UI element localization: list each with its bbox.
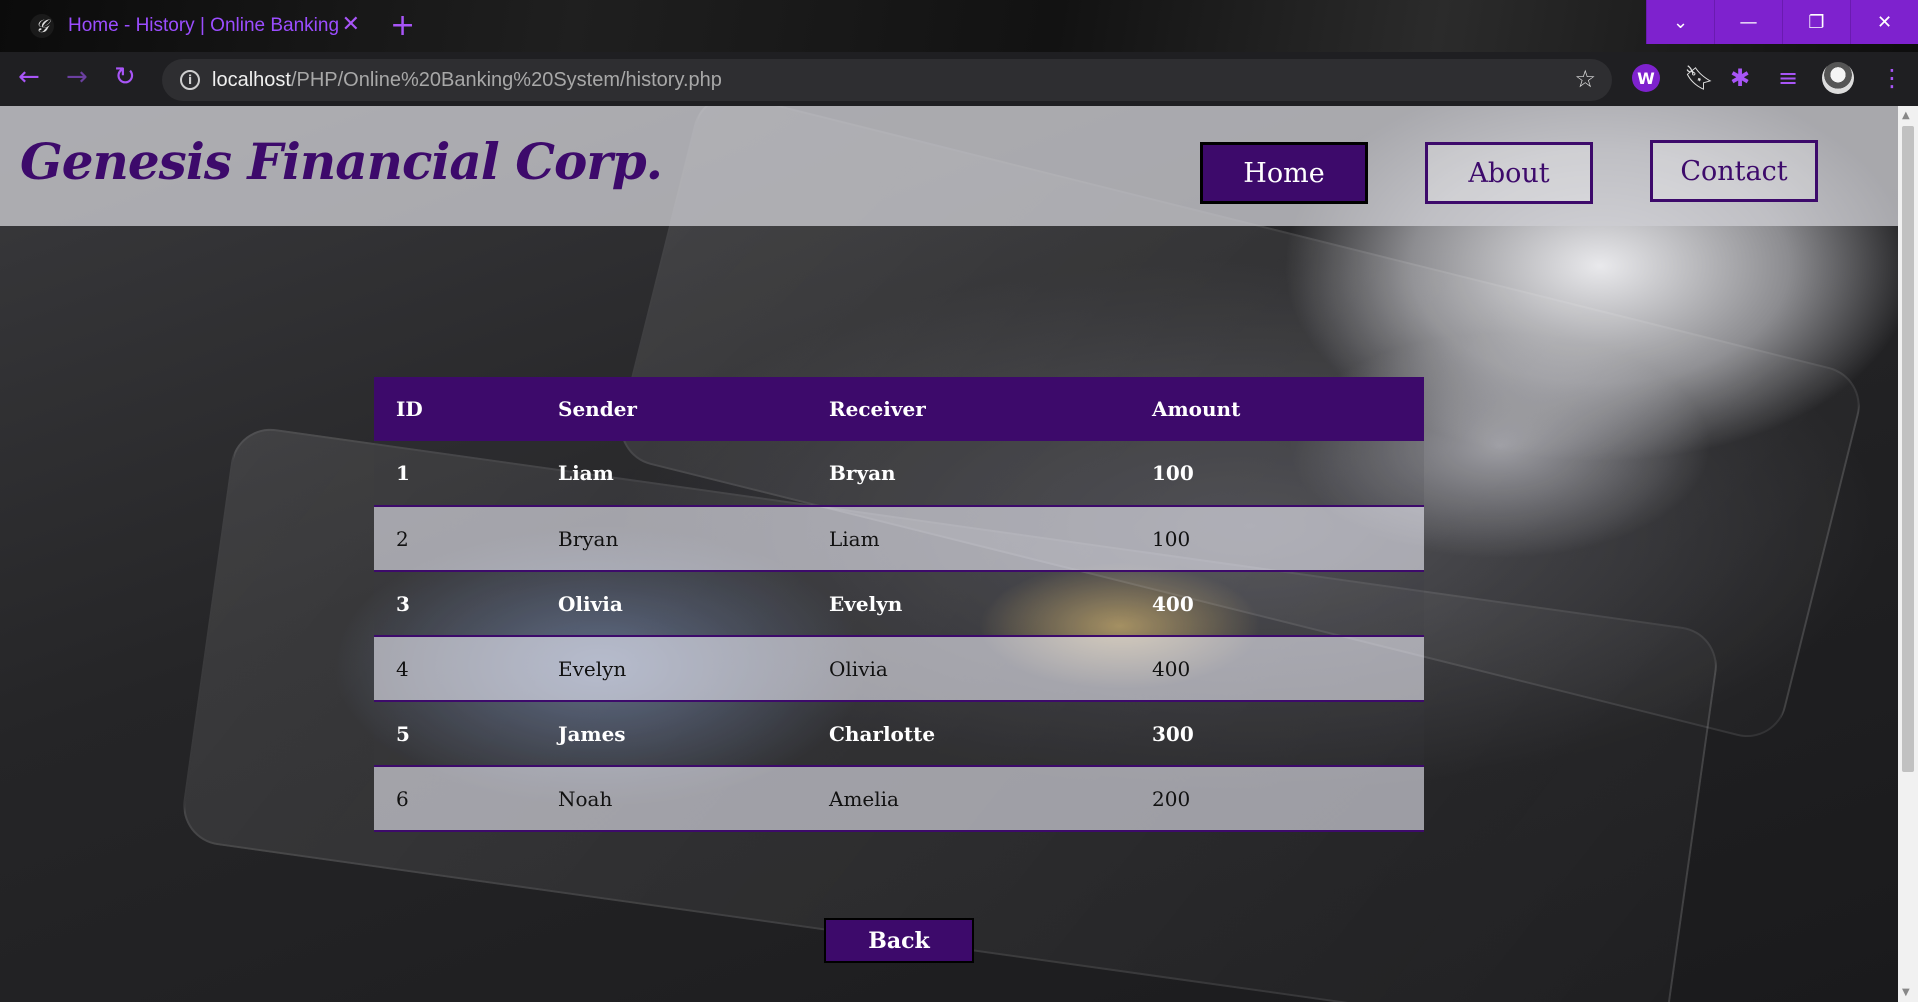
cell-receiver: Olivia [807, 636, 1130, 702]
url-path: /PHP/Online%20Banking%20System/history.p… [290, 68, 722, 91]
extensions-puzzle-icon[interactable]: ✱ [1730, 64, 1750, 92]
transaction-history-table: ID Sender Receiver Amount 1 Liam Bryan 1… [374, 377, 1424, 832]
table-row: 5 James Charlotte 300 [374, 701, 1424, 767]
table-row: 2 Bryan Liam 100 [374, 506, 1424, 572]
page-scrollbar[interactable]: ▲ ▼ [1898, 106, 1918, 1002]
table-row: 4 Evelyn Olivia 400 [374, 636, 1424, 702]
header-id: ID [374, 377, 536, 441]
table-row: 3 Olivia Evelyn 400 [374, 571, 1424, 637]
browser-tab[interactable]: 𝒢 Home - History | Online Banking ✕ [14, 6, 368, 46]
close-window-icon[interactable]: ✕ [1850, 0, 1918, 44]
header-sender: Sender [536, 377, 807, 441]
scroll-down-icon[interactable]: ▼ [1902, 987, 1910, 998]
browser-menu-icon[interactable]: ⋮ [1880, 64, 1904, 92]
nav-about-button[interactable]: About [1425, 142, 1593, 204]
site-header: Genesis Financial Corp. Home About Conta… [0, 106, 1898, 226]
table-row: 6 Noah Amelia 200 [374, 766, 1424, 832]
cell-sender: Olivia [536, 571, 807, 637]
cell-receiver: Charlotte [807, 701, 1130, 767]
nav-contact-button[interactable]: Contact [1650, 140, 1818, 202]
brand-logo[interactable]: Genesis Financial Corp. [20, 132, 663, 191]
cell-receiver: Amelia [807, 766, 1130, 832]
back-arrow-icon[interactable]: ← [18, 62, 40, 92]
extension-w-icon[interactable]: W [1632, 64, 1660, 92]
back-button[interactable]: Back [824, 918, 974, 963]
bookmark-icon[interactable]: 🔖︎ [1684, 64, 1714, 92]
browser-tab-bar: 𝒢 Home - History | Online Banking ✕ + ⌄ … [0, 0, 1918, 52]
cell-id: 3 [374, 571, 536, 637]
cell-id: 4 [374, 636, 536, 702]
site-info-icon[interactable]: i [180, 70, 200, 90]
cell-id: 5 [374, 701, 536, 767]
cell-amount: 100 [1130, 506, 1424, 572]
new-tab-icon[interactable]: + [390, 8, 415, 43]
header-receiver: Receiver [807, 377, 1130, 441]
cell-receiver: Liam [807, 506, 1130, 572]
scroll-up-icon[interactable]: ▲ [1902, 110, 1910, 121]
favicon-icon: 𝒢 [30, 14, 54, 38]
window-controls: ⌄ — ❐ ✕ [1646, 0, 1918, 44]
table-header-row: ID Sender Receiver Amount [374, 377, 1424, 441]
tab-title: Home - History | Online Banking [68, 15, 340, 36]
header-amount: Amount [1130, 377, 1424, 441]
cell-amount: 400 [1130, 571, 1424, 637]
cell-amount: 400 [1130, 636, 1424, 702]
restore-icon[interactable]: ❐ [1782, 0, 1850, 44]
cell-amount: 200 [1130, 766, 1424, 832]
cell-sender: Evelyn [536, 636, 807, 702]
cell-sender: James [536, 701, 807, 767]
page-viewport: Genesis Financial Corp. Home About Conta… [0, 106, 1918, 1002]
cell-sender: Noah [536, 766, 807, 832]
reload-icon[interactable]: ↻ [114, 62, 136, 92]
address-bar[interactable]: i localhost/PHP/Online%20Banking%20Syste… [162, 59, 1612, 101]
bookmark-star-icon[interactable]: ☆ [1574, 65, 1596, 93]
cell-sender: Bryan [536, 506, 807, 572]
cell-receiver: Evelyn [807, 571, 1130, 637]
table-row: 1 Liam Bryan 100 [374, 441, 1424, 507]
cell-id: 6 [374, 766, 536, 832]
cell-amount: 300 [1130, 701, 1424, 767]
cell-receiver: Bryan [807, 441, 1130, 507]
cell-sender: Liam [536, 441, 807, 507]
tab-search-icon[interactable]: ⌄ [1646, 0, 1714, 44]
profile-avatar[interactable] [1822, 62, 1854, 94]
nav-home-button[interactable]: Home [1200, 142, 1368, 204]
browser-toolbar: ← → ↻ i localhost/PHP/Online%20Banking%2… [0, 52, 1918, 106]
cell-id: 1 [374, 441, 536, 507]
url-host: localhost [212, 68, 291, 91]
cell-amount: 100 [1130, 441, 1424, 507]
forward-arrow-icon[interactable]: → [66, 62, 88, 92]
tab-close-icon[interactable]: ✕ [342, 12, 360, 37]
minimize-icon[interactable]: — [1714, 0, 1782, 44]
cell-id: 2 [374, 506, 536, 572]
scroll-thumb[interactable] [1902, 126, 1914, 772]
media-queue-icon[interactable]: ≡ [1778, 64, 1798, 92]
